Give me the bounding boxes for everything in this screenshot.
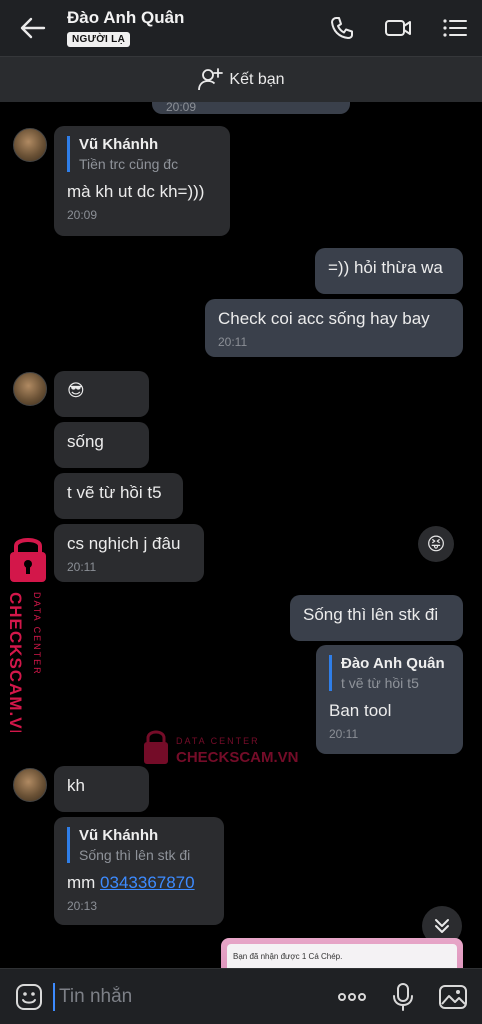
reply-quote[interactable]: Vũ Khánhh Sống thì lên stk đi (67, 827, 211, 863)
chat-header: Đào Anh Quân NGƯỜI LẠ (0, 0, 482, 56)
message-time: 20:11 (218, 335, 248, 349)
watermark-line1: DATA CENTER (32, 592, 42, 676)
message-text: =)) hỏi thừa wa (328, 258, 443, 277)
message-text: Sống thì lên stk đi (303, 605, 439, 624)
double-chevron-down-icon (435, 919, 449, 933)
watermark-center-logo: DATA CENTER CHECKSCAM.VN (144, 730, 299, 766)
avatar[interactable] (13, 768, 47, 802)
video-call-icon[interactable] (384, 14, 412, 42)
message-text: cs nghịch j đâu (67, 534, 181, 553)
message-text: t vẽ từ hồi t5 (67, 483, 162, 502)
image-card: Bạn đã nhận được 1 Cá Chép. (227, 944, 457, 968)
message-time: 20:13 (67, 899, 98, 913)
back-arrow-icon[interactable] (18, 14, 48, 42)
quote-author: Vũ Khánhh (79, 827, 159, 844)
message-text: 😎 (67, 381, 85, 400)
quote-text: Sống thì lên stk đi (79, 847, 191, 863)
phone-call-icon[interactable] (328, 14, 356, 42)
message-bubble[interactable]: Check coi acc sống hay bay 20:11 (205, 299, 463, 357)
watermark-lock-logo: DATA CENTER CHECKSCAM.VN (6, 538, 46, 732)
reply-quote[interactable]: Vũ Khánhh Tiền trc cũng đc (67, 136, 217, 172)
message-bubble[interactable]: 😎 (54, 371, 149, 417)
image-message-preview[interactable]: Bạn đã nhận được 1 Cá Chép. (221, 938, 463, 968)
message-bubble[interactable]: kh (54, 766, 149, 812)
message-text: mà kh ut dc kh=))) (67, 182, 205, 201)
message-time: 20:11 (329, 727, 359, 741)
message-prefix: mm (67, 873, 101, 892)
quote-text: Tiền trc cũng đc (79, 156, 179, 172)
message-input[interactable] (53, 983, 303, 1011)
menu-list-icon[interactable] (441, 14, 469, 42)
reaction-emoji: 😝 (426, 533, 446, 554)
message-bubble[interactable]: Vũ Khánhh Tiền trc cũng đc mà kh ut dc k… (54, 126, 230, 236)
message-bubble[interactable]: Đào Anh Quân t vẽ từ hồi t5 Ban tool 20:… (316, 645, 463, 754)
reaction-button[interactable]: 😝 (418, 526, 454, 562)
sticker-icon[interactable] (14, 982, 44, 1012)
message-text: kh (67, 776, 85, 795)
partial-time: 20:09 (166, 102, 197, 114)
stranger-badge: NGƯỜI LẠ (67, 32, 131, 47)
quote-author: Đào Anh Quân (341, 655, 445, 672)
avatar[interactable] (13, 128, 47, 162)
quote-author: Vũ Khánhh (79, 136, 159, 153)
microphone-icon[interactable] (388, 982, 418, 1012)
message-bubble[interactable]: t vẽ từ hồi t5 (54, 473, 183, 519)
contact-name: Đào Anh Quân (67, 8, 185, 27)
message-bubble[interactable]: =)) hỏi thừa wa (315, 248, 463, 294)
watermark-line2: CHECKSCAM.VN (6, 592, 25, 732)
svg-text:CHECKSCAM.VN: CHECKSCAM.VN (176, 749, 299, 766)
add-person-icon (198, 67, 224, 90)
svg-text:DATA CENTER: DATA CENTER (176, 736, 260, 746)
add-friend-label: Kết bạn (229, 70, 285, 88)
phone-number-link[interactable]: 0343367870 (100, 873, 195, 892)
partial-message-bubble[interactable]: 20:09 (152, 102, 350, 114)
message-list[interactable]: 20:09 Vũ Khánhh Tiền trc cũng đc mà kh u… (0, 102, 482, 968)
avatar[interactable] (13, 372, 47, 406)
message-text: sống (67, 432, 104, 451)
reply-quote[interactable]: Đào Anh Quân t vẽ từ hồi t5 (329, 655, 450, 691)
contact-info[interactable]: Đào Anh Quân NGƯỜI LẠ (67, 8, 184, 47)
quote-text: t vẽ từ hồi t5 (341, 675, 419, 691)
message-time: 20:11 (67, 560, 97, 574)
add-friend-button[interactable]: Kết bạn (0, 56, 482, 102)
image-picker-icon[interactable] (438, 982, 468, 1012)
message-bubble[interactable]: Vũ Khánhh Sống thì lên stk đi mm 0343367… (54, 817, 224, 925)
message-bubble[interactable]: sống (54, 422, 149, 468)
message-bubble[interactable]: cs nghịch j đâu 20:11 (54, 524, 204, 582)
more-options-icon[interactable] (337, 982, 367, 1012)
message-bubble[interactable]: Sống thì lên stk đi (290, 595, 463, 641)
message-text: Check coi acc sống hay bay (218, 309, 430, 328)
card-text: Bạn đã nhận được 1 Cá Chép. (233, 952, 343, 961)
message-text: Ban tool (329, 701, 392, 720)
message-composer (0, 968, 482, 1024)
message-text: mm 0343367870 (67, 873, 211, 893)
message-time: 20:09 (67, 208, 98, 222)
